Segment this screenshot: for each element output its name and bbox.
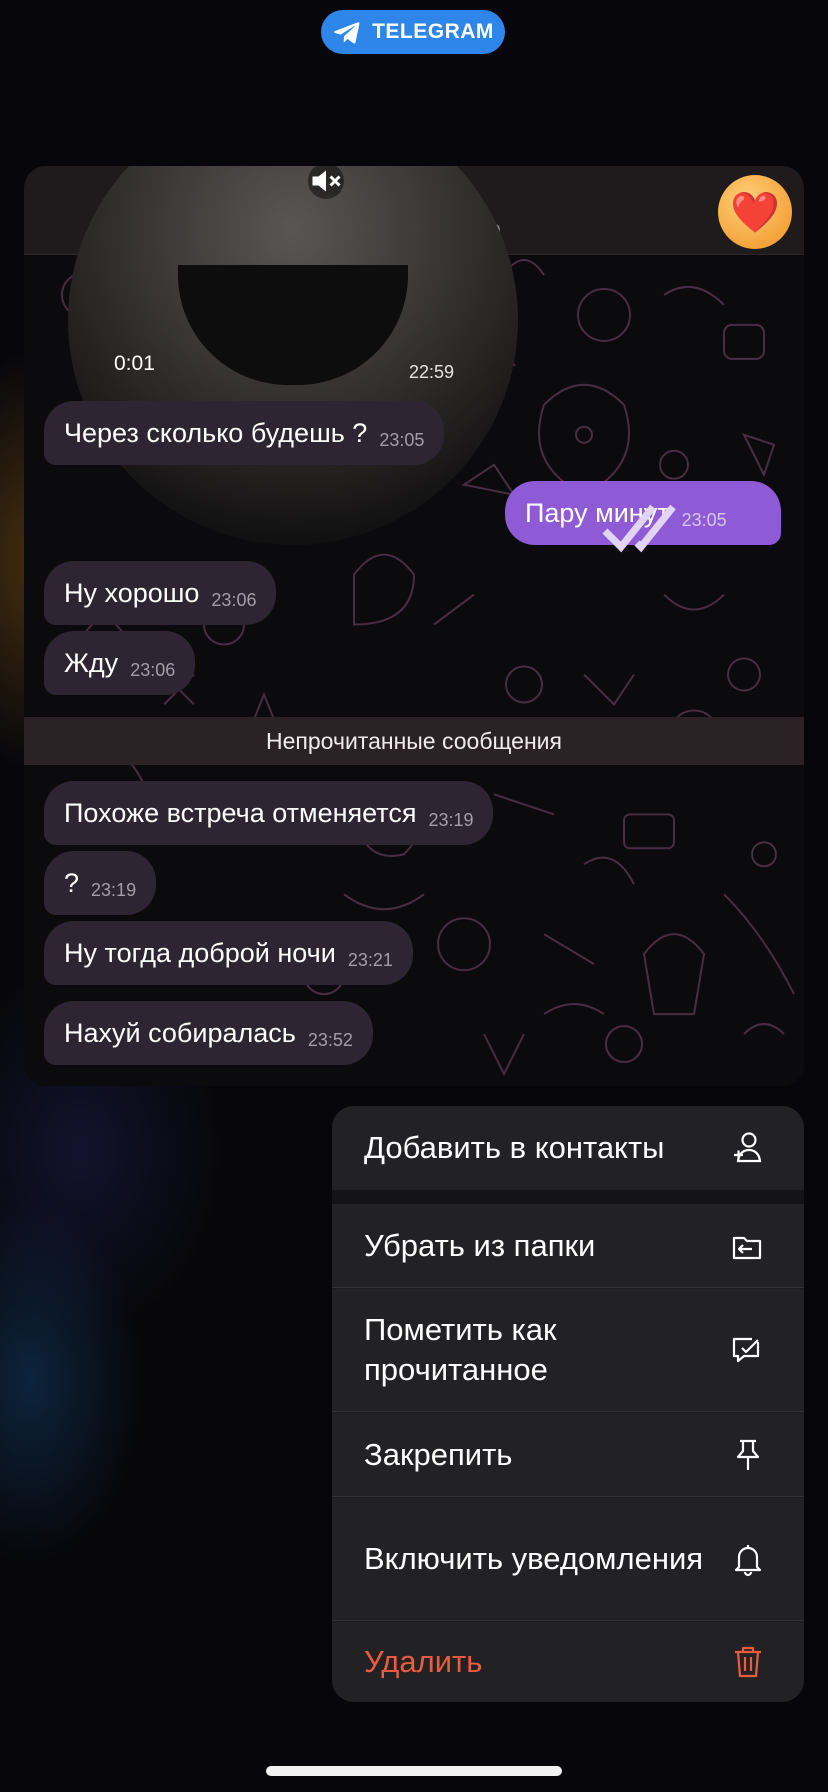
video-duration: 0:01 <box>114 352 155 375</box>
home-indicator[interactable] <box>266 1766 562 1776</box>
remove-from-folder-icon <box>726 1224 770 1268</box>
message-bubble-in[interactable]: ? 23:19 <box>44 851 157 915</box>
video-subject <box>178 265 408 385</box>
menu-item-delete[interactable]: Удалить <box>332 1622 804 1702</box>
telegram-logo-icon <box>334 22 360 44</box>
unread-messages-separator: Непрочитанные сообщения <box>24 717 804 765</box>
message-text: Похоже встреча отменяется <box>64 797 417 828</box>
message-bubble-in[interactable]: Ну тогда доброй ночи 23:21 <box>44 921 413 985</box>
message-text: Жду <box>64 647 119 678</box>
message-time: 23:05 <box>379 429 425 450</box>
message-text: Через сколько будешь ? <box>64 417 368 448</box>
menu-item-remove-from-folder[interactable]: Убрать из папки <box>332 1204 804 1288</box>
avatar-emoji: ❤️ <box>730 190 780 235</box>
message-bubble-in[interactable]: Через сколько будешь ? 23:05 <box>44 401 445 465</box>
menu-item-label: Включить уведомления <box>364 1541 704 1576</box>
video-timestamp: 22:59 <box>409 362 455 382</box>
message-time: 23:19 <box>428 809 474 830</box>
menu-item-label: Пометить как прочитанное <box>364 1312 557 1387</box>
menu-item-label: Добавить в контакты <box>364 1130 665 1165</box>
trash-icon <box>726 1640 770 1684</box>
chat-wallpaper: 0:01 22:59 Через сколько будешь ? 23:05 … <box>24 166 804 1086</box>
menu-item-label: Убрать из папки <box>364 1227 596 1263</box>
message-time: 23:21 <box>347 949 393 970</box>
message-time: 23:19 <box>91 879 137 900</box>
read-checkmarks-icon <box>602 504 676 553</box>
menu-item-enable-notifications[interactable]: Включить уведомления <box>332 1498 804 1621</box>
message-bubble-in[interactable]: Нахуй собиралась 23:52 <box>44 1001 373 1065</box>
muted-speaker-icon[interactable] <box>308 166 344 199</box>
mark-read-icon <box>726 1328 770 1372</box>
message-bubble-in[interactable]: Похоже встреча отменяется 23:19 <box>44 781 494 845</box>
pin-icon <box>726 1433 770 1477</box>
menu-item-mark-as-read[interactable]: Пометить как прочитанное <box>332 1289 804 1412</box>
add-contact-icon <box>726 1126 770 1170</box>
message-text: Нахуй собиралась <box>64 1017 296 1048</box>
menu-item-label: Удалить <box>364 1644 483 1679</box>
message-bubble-in[interactable]: Жду 23:06 <box>44 631 196 695</box>
menu-group-gap <box>332 1190 804 1204</box>
menu-item-add-contact[interactable]: Добавить в контакты <box>332 1106 804 1190</box>
message-text: Ну тогда доброй ночи <box>64 937 336 968</box>
message-bubble-out[interactable]: Пару минут 23:05 <box>505 481 781 553</box>
message-text: Ну хорошо <box>64 577 200 608</box>
telegram-pill-label: TELEGRAM <box>372 20 494 43</box>
telegram-app-pill[interactable]: TELEGRAM <box>321 10 505 54</box>
chat-preview[interactable]: ❤️ был(а) недавно ❤️ <box>24 166 804 1086</box>
chat-avatar[interactable]: ❤️ <box>718 175 792 249</box>
message-time: 23:06 <box>130 659 176 680</box>
bell-icon <box>726 1537 770 1581</box>
message-time: 23:52 <box>307 1029 353 1050</box>
chat-context-menu: Добавить в контакты Убрать из папки Поме… <box>332 1106 804 1702</box>
message-text: ? <box>64 867 80 898</box>
menu-item-pin[interactable]: Закрепить <box>332 1413 804 1497</box>
message-bubble-in[interactable]: Ну хорошо 23:06 <box>44 561 277 625</box>
menu-item-label: Закрепить <box>364 1436 513 1472</box>
message-time: 23:06 <box>211 589 257 610</box>
